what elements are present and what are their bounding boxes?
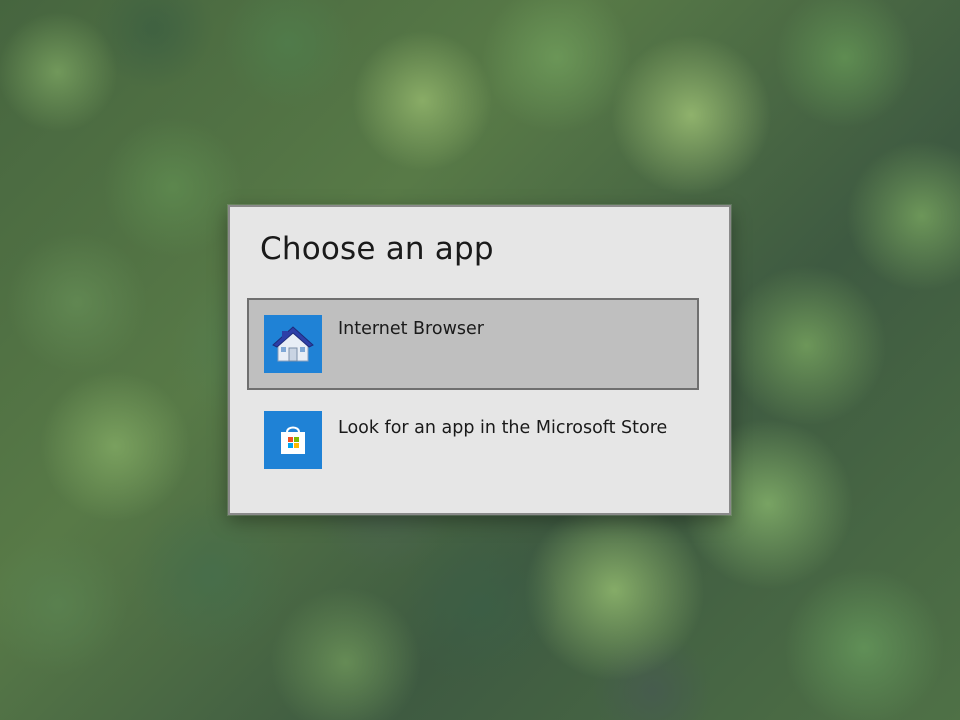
choose-app-dialog: Choose an app Internet Browser Look for … xyxy=(228,205,731,515)
app-option-label: Internet Browser xyxy=(338,319,484,339)
app-option-label: Look for an app in the Microsoft Store xyxy=(338,418,668,438)
app-option-internet-browser[interactable]: Internet Browser xyxy=(247,298,699,390)
app-option-microsoft-store[interactable]: Look for an app in the Microsoft Store xyxy=(247,396,699,488)
microsoft-store-icon xyxy=(264,411,322,469)
dialog-title: Choose an app xyxy=(260,231,494,267)
house-icon xyxy=(264,315,322,373)
